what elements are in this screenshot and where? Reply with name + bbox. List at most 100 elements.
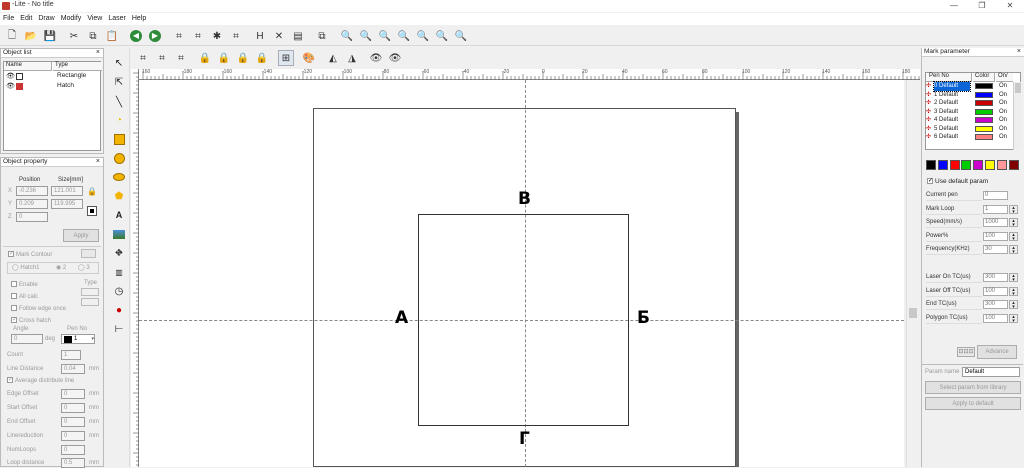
pen-color[interactable]: [975, 125, 993, 132]
eye-icon[interactable]: 👁: [6, 82, 15, 90]
color-swatch[interactable]: [973, 160, 984, 170]
pen-visible-icon[interactable]: ✣: [926, 108, 931, 117]
col-type-header[interactable]: Type: [53, 62, 102, 71]
col-pen-header[interactable]: Pen No: [926, 73, 972, 82]
end-offset-field[interactable]: 0: [61, 417, 85, 427]
contour-pen-button[interactable]: [81, 249, 96, 258]
zoom-icon[interactable]: 🔍: [339, 28, 355, 44]
param-field[interactable]: 30: [983, 245, 1008, 254]
hide-icon[interactable]: 👁: [387, 50, 403, 66]
enable-checkbox[interactable]: Enable: [11, 280, 38, 290]
line-reduction-field[interactable]: 0: [61, 431, 85, 441]
param-field[interactable]: 100: [983, 231, 1008, 241]
lock-object-icon[interactable]: 🔒: [197, 50, 213, 66]
pen-visible-icon[interactable]: ✣: [926, 125, 931, 134]
pen-color[interactable]: [975, 83, 993, 89]
anchor-point-icon[interactable]: [87, 206, 97, 216]
select-all-icon[interactable]: ⌗: [135, 50, 151, 66]
color-swatch[interactable]: [1008, 160, 1019, 170]
type-option-2[interactable]: [81, 298, 99, 306]
pen-visible-icon[interactable]: ✣: [926, 99, 931, 108]
node-delete-icon[interactable]: ✱: [209, 28, 225, 44]
lock-icon[interactable]: 🔒: [87, 187, 97, 198]
mirror-horizontal-icon[interactable]: ◭: [325, 50, 341, 66]
unlock-object-icon[interactable]: 🔒: [216, 50, 232, 66]
rectangle-tool-icon[interactable]: [110, 132, 128, 146]
param-field[interactable]: 300: [983, 300, 1008, 309]
group-icon[interactable]: ⌗: [154, 50, 170, 66]
select-param-button[interactable]: Select param from library: [925, 381, 1021, 394]
mirror-vertical-icon[interactable]: ◮: [344, 50, 360, 66]
undo-icon[interactable]: ◀: [128, 28, 144, 44]
pen-on-off[interactable]: On: [999, 99, 1007, 108]
node-pointer-icon[interactable]: ⇱: [110, 75, 128, 89]
timer-tool-icon[interactable]: ◷: [110, 284, 128, 298]
pen-row[interactable]: ✣ 2 Default On: [926, 99, 1020, 108]
polygon-tool-icon[interactable]: ⬟: [110, 189, 128, 203]
num-loops-field[interactable]: 0: [61, 445, 85, 455]
zoom-selected-icon[interactable]: 🔍: [415, 28, 431, 44]
menu-help[interactable]: Help: [129, 13, 149, 25]
canvas-scrollbar[interactable]: [906, 80, 918, 467]
pen-visible-icon[interactable]: ✣: [926, 133, 931, 142]
snap-grid-icon[interactable]: ⊞: [278, 50, 294, 66]
param-field[interactable]: 100: [983, 313, 1008, 323]
all-calc-checkbox[interactable]: All calc: [11, 292, 38, 302]
zoom-actual-icon[interactable]: 🔍: [453, 28, 469, 44]
color-swatch[interactable]: [961, 160, 972, 170]
width-field[interactable]: 121.001: [51, 186, 83, 196]
pen-row[interactable]: ✣ 0 Default On: [926, 81, 1020, 92]
pen-on-off[interactable]: On: [999, 116, 1007, 125]
param-field[interactable]: 1: [983, 204, 1008, 214]
curve-icon[interactable]: ◔: [110, 113, 128, 127]
menu-edit[interactable]: Edit: [17, 13, 35, 25]
param-field[interactable]: 0: [983, 191, 1008, 200]
pen-color[interactable]: [975, 100, 993, 106]
pen-visible-icon[interactable]: ✣: [926, 116, 931, 125]
color-pen-icon[interactable]: 🎨: [301, 50, 317, 66]
scrollbar-thumb[interactable]: [909, 308, 917, 318]
pen-on-off[interactable]: On: [999, 82, 1007, 91]
param-field[interactable]: 1000: [983, 218, 1008, 227]
input-port-icon[interactable]: ●: [110, 303, 128, 317]
menu-laser[interactable]: Laser: [105, 13, 129, 25]
col-onoff-header[interactable]: On/: [996, 73, 1013, 82]
list-item[interactable]: 👁 Rectangle: [4, 72, 102, 81]
node-break-icon[interactable]: ⌗: [228, 28, 244, 44]
param-name-field[interactable]: Default: [962, 367, 1020, 377]
x-field[interactable]: -0.236: [16, 186, 48, 196]
y-field[interactable]: 0.209: [16, 199, 48, 209]
barcode-icon[interactable]: ⧉: [314, 28, 330, 44]
menu-modify[interactable]: Modify: [58, 13, 85, 25]
z-field[interactable]: 0: [16, 212, 48, 222]
open-file-icon[interactable]: 📂: [23, 28, 39, 44]
apply-button[interactable]: Apply: [63, 229, 99, 242]
color-swatch[interactable]: [985, 160, 995, 170]
param-field[interactable]: 100: [983, 286, 1008, 296]
pen-color[interactable]: [975, 134, 993, 140]
spin-arrows-icon[interactable]: ▴ ▾: [1009, 286, 1018, 296]
menu-draw[interactable]: Draw: [35, 13, 57, 25]
color-swatch[interactable]: [926, 160, 936, 170]
follow-edge-checkbox[interactable]: Follow edge once: [11, 304, 66, 314]
close-button[interactable]: ✕: [998, 0, 1022, 12]
pen-tools-button[interactable]: ⊡⊡⊡: [957, 347, 975, 357]
text-font-icon[interactable]: H: [252, 28, 268, 44]
col-name-header[interactable]: Name: [4, 62, 52, 71]
apply-default-button[interactable]: Apply to default: [925, 397, 1021, 410]
pen-color[interactable]: [975, 108, 993, 115]
pen-row[interactable]: ✣ 4 Default On: [926, 116, 1020, 125]
drawing-canvas[interactable]: В А Б Г: [139, 80, 904, 467]
ellipse-tool-icon[interactable]: [110, 170, 128, 184]
pen-on-off[interactable]: On: [999, 91, 1007, 100]
ungroup-icon[interactable]: ⌗: [173, 50, 189, 66]
pen-visible-icon[interactable]: ✣: [926, 82, 931, 91]
hatch3-radio[interactable]: ◯ 3: [78, 263, 90, 273]
pen-color[interactable]: [975, 91, 993, 98]
minimize-button[interactable]: —: [942, 0, 966, 12]
spin-arrows-icon[interactable]: ▴ ▾: [1009, 313, 1018, 323]
tools-icon[interactable]: ✕: [271, 28, 287, 44]
color-swatch[interactable]: [937, 160, 948, 170]
pen-row[interactable]: ✣ 6 Default On: [926, 133, 1020, 142]
spin-arrows-icon[interactable]: ▴ ▾: [1009, 231, 1018, 241]
